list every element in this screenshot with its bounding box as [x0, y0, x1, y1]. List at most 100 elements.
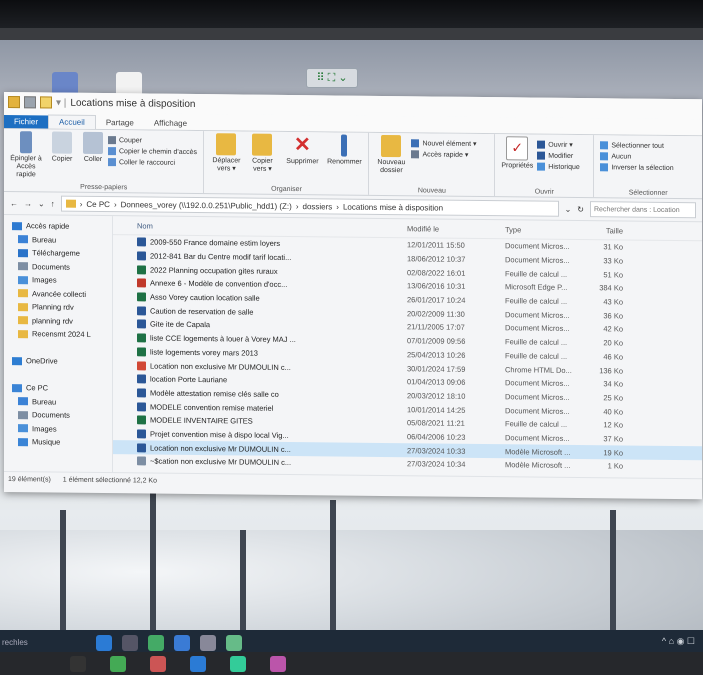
taskbar-app-icon[interactable] [110, 655, 126, 672]
taskbar-app-icon[interactable] [190, 655, 206, 672]
cut-button[interactable]: Couper [108, 136, 197, 145]
clipboard-small-actions: Couper Copier le chemin d'accès Coller l… [108, 132, 197, 181]
nav-item[interactable]: Accès rapide [4, 219, 112, 234]
file-type-icon [137, 333, 146, 343]
file-type: Document Micros... [505, 392, 570, 402]
file-type: Feuille de calcul ... [505, 337, 568, 348]
system-tray[interactable]: ^ ⌂ ◉ ☐ [662, 636, 695, 647]
nav-item[interactable]: Téléchargeme [4, 246, 112, 261]
nav-item[interactable]: Bureau [4, 395, 112, 410]
easy-access-button[interactable]: Accès rapide ▾ [411, 150, 476, 159]
search-input[interactable]: Rechercher dans : Location [590, 201, 696, 219]
delete-button[interactable]: ✕ Supprimer [282, 134, 322, 182]
file-type: Document Micros... [505, 378, 570, 389]
nav-item[interactable]: Images [4, 273, 112, 288]
app-icon[interactable] [226, 635, 242, 651]
tab-fichier[interactable]: Fichier [4, 115, 49, 129]
copy-icon [52, 131, 72, 154]
column-type[interactable]: Type [505, 225, 585, 235]
recent-chevron-icon[interactable]: ⌄ [38, 199, 45, 208]
group-organiser: Déplacer vers ▾ Copier vers ▾ ✕ Supprime… [204, 131, 370, 195]
nav-item[interactable]: planning rdv [4, 314, 112, 329]
copy-button[interactable]: Copier [46, 131, 78, 179]
edit-button[interactable]: Modifier [537, 151, 580, 160]
qa-dropdown-icon[interactable]: ▾ | [56, 97, 66, 108]
file-type-icon [137, 265, 146, 275]
forward-arrow-icon[interactable]: → [24, 199, 32, 208]
refresh-icon[interactable]: ↻ [577, 205, 584, 214]
breadcrumb-ce-pc[interactable]: Ce PC [86, 199, 110, 208]
back-arrow-icon[interactable]: ← [10, 199, 18, 208]
settings-icon[interactable] [200, 635, 216, 651]
paste-button[interactable]: Coller [82, 131, 104, 180]
file-size: 31 Ko [603, 242, 623, 252]
open-small-actions: Ouvrir ▾ Modifier Historique [537, 137, 580, 185]
tab-accueil[interactable]: Accueil [48, 114, 96, 129]
copy-path-button[interactable]: Copier le chemin d'accès [108, 147, 197, 156]
calendar-icon[interactable] [148, 635, 164, 651]
open-icon [537, 140, 546, 149]
nav-item[interactable]: Recensmt 2024 L [4, 327, 112, 342]
tab-partage[interactable]: Partage [96, 116, 144, 130]
address-input[interactable]: › Ce PC › Donnees_vorey (\\192.0.0.251\P… [60, 195, 559, 217]
nav-item[interactable]: Images [4, 422, 112, 437]
nav-item-label: Ce PC [26, 383, 49, 393]
properties-button[interactable]: ✓ Propriétés [501, 136, 533, 184]
file-date: 10/01/2014 14:25 [407, 404, 466, 415]
address-dropdown-icon[interactable]: ⌄ [565, 204, 572, 213]
nav-item[interactable]: Planning rdv [4, 300, 112, 315]
select-none-button[interactable]: Aucun [600, 152, 673, 161]
column-name[interactable]: Nom [113, 221, 407, 233]
open-button[interactable]: Ouvrir ▾ [537, 140, 580, 149]
new-item-button[interactable]: Nouvel élément ▾ [411, 139, 477, 148]
edge-icon[interactable] [96, 635, 112, 651]
invert-selection-button[interactable]: Inverser la sélection [600, 163, 674, 172]
nav-item-label: Accès rapide [26, 221, 70, 231]
nav-item[interactable]: Bureau [4, 233, 112, 248]
new-folder-button[interactable]: Nouveau dossier [375, 134, 407, 183]
explorer-icon[interactable] [122, 635, 138, 651]
move-to-button[interactable]: Déplacer vers ▾ [210, 133, 242, 181]
snap-layout-control[interactable]: ⠿ ⛶ ⌄ [306, 68, 358, 88]
file-name: Caution de reservation de salle [150, 306, 254, 317]
file-type-icon [137, 429, 146, 439]
nav-item[interactable]: Ce PC [4, 381, 112, 396]
select-all-button[interactable]: Sélectionner tout [600, 141, 673, 150]
breadcrumb-current[interactable]: Locations mise à disposition [343, 202, 443, 212]
nav-item[interactable]: Musique [4, 435, 112, 450]
taskbar-app-icon[interactable] [150, 655, 166, 672]
properties-icon[interactable] [24, 96, 36, 109]
group-ouvrir: ✓ Propriétés Ouvrir ▾ Modifier Historiqu… [495, 134, 595, 198]
store-icon[interactable] [174, 635, 190, 651]
taskbar-app-icon[interactable] [230, 655, 246, 672]
paste-shortcut-button[interactable]: Coller le raccourci [108, 158, 197, 167]
nav-item[interactable]: Avancée collecti [4, 287, 112, 302]
nav-item[interactable]: Documents [4, 260, 112, 275]
file-type-icon [137, 443, 146, 453]
breadcrumb-drive[interactable]: Donnees_vorey (\\192.0.0.251\Public_hdd1… [121, 200, 292, 211]
shortcut-icon [108, 158, 116, 167]
new-folder-icon[interactable] [40, 96, 52, 109]
file-name: location Porte Lauriane [150, 374, 228, 385]
tab-affichage[interactable]: Affichage [144, 116, 197, 130]
column-size[interactable]: Taille [585, 226, 623, 235]
rename-button[interactable]: Renommer [326, 134, 362, 182]
nav-item[interactable]: OneDrive [4, 354, 112, 369]
nav-item-label: Documents [32, 262, 70, 272]
file-type: Microsoft Edge P... [505, 282, 568, 293]
file-date: 27/03/2024 10:33 [407, 445, 466, 456]
column-date[interactable]: Modifié le [407, 224, 505, 234]
history-button[interactable]: Historique [537, 162, 580, 171]
taskbar-app-icon[interactable] [270, 655, 286, 672]
taskbar-search-text[interactable]: rechles [2, 638, 28, 647]
file-type-icon [137, 251, 146, 261]
copy-to-button[interactable]: Copier vers ▾ [246, 133, 278, 182]
pin-button[interactable]: Épingler à Accès rapide [10, 131, 42, 179]
up-arrow-icon[interactable]: ↑ [51, 199, 55, 208]
nav-item[interactable]: Documents [4, 408, 112, 423]
file-name: ~$cation non exclusive Mr DUMOULIN c... [150, 456, 292, 468]
pin-icon [20, 131, 32, 154]
taskbar-app-icon[interactable] [70, 655, 86, 672]
breadcrumb-dossiers[interactable]: dossiers [303, 202, 333, 211]
file-type-icon [137, 292, 146, 302]
